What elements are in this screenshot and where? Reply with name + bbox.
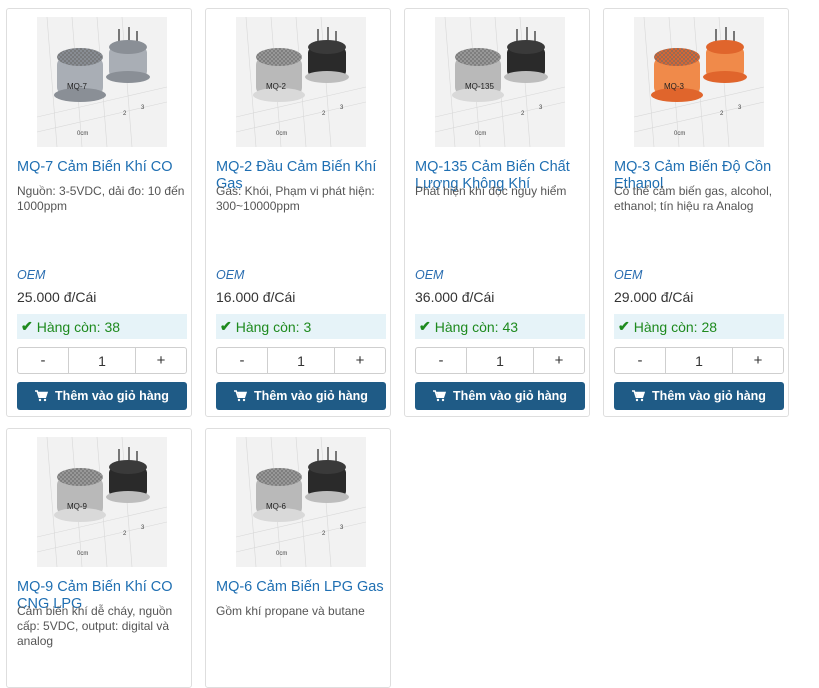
quantity-stepper: - 1 + — [415, 347, 585, 374]
add-to-cart-label: Thêm vào giỏ hàng — [254, 389, 368, 403]
stock-badge: ✔ Hàng còn: 28 — [614, 314, 784, 339]
product-description: Gồm khí propane và butane — [216, 604, 365, 618]
qty-input[interactable]: 1 — [68, 348, 136, 373]
svg-text:0cm: 0cm — [77, 131, 88, 137]
product-brand[interactable]: OEM — [216, 268, 244, 282]
stock-text: Hàng còn: 28 — [633, 318, 718, 335]
quantity-stepper: - 1 + — [614, 347, 784, 374]
product-card: 0cm 2 3 MQ-2 MQ-2 Đầu Cảm Biến Khí Gas G… — [205, 8, 391, 417]
check-icon: ✔ — [220, 318, 232, 334]
qty-input[interactable]: 1 — [466, 348, 534, 373]
cart-icon — [632, 390, 646, 402]
product-price: 25.000 đ/Cái — [17, 289, 97, 305]
qty-input[interactable]: 1 — [267, 348, 335, 373]
svg-text:MQ-135: MQ-135 — [465, 82, 494, 91]
add-to-cart-button[interactable]: Thêm vào giỏ hàng — [17, 382, 187, 410]
svg-text:0cm: 0cm — [276, 131, 287, 137]
add-to-cart-label: Thêm vào giỏ hàng — [55, 389, 169, 403]
svg-text:0cm: 0cm — [475, 131, 486, 137]
cart-icon — [433, 390, 447, 402]
stock-text: Hàng còn: 38 — [36, 318, 121, 335]
qty-plus-button[interactable]: + — [136, 348, 186, 373]
product-title-link[interactable]: MQ-7 Cảm Biến Khí CO — [17, 159, 185, 176]
product-description: Phát hiện khí độc nguy hiểm — [415, 184, 567, 198]
qty-plus-button[interactable]: + — [534, 348, 584, 373]
product-price: 36.000 đ/Cái — [415, 289, 495, 305]
add-to-cart-button[interactable]: Thêm vào giỏ hàng — [415, 382, 585, 410]
svg-text:0cm: 0cm — [276, 551, 287, 557]
qty-plus-button[interactable]: + — [335, 348, 385, 373]
qty-minus-button[interactable]: - — [217, 348, 267, 373]
check-icon: ✔ — [618, 318, 630, 334]
add-to-cart-label: Thêm vào giỏ hàng — [453, 389, 567, 403]
product-image[interactable]: 0cm 2 3 MQ-2 — [236, 17, 366, 147]
qty-plus-button[interactable]: + — [733, 348, 783, 373]
product-card: 0cm 2 3 MQ-7 MQ-7 Cảm Biến Khí CO Nguồn:… — [6, 8, 192, 417]
product-image[interactable]: 0cm 2 3 MQ-135 — [435, 17, 565, 147]
product-image[interactable]: 0cm 2 3 MQ-3 — [634, 17, 764, 147]
svg-text:MQ-9: MQ-9 — [67, 502, 88, 511]
stock-badge: ✔ Hàng còn: 43 — [415, 314, 585, 339]
product-brand[interactable]: OEM — [17, 268, 45, 282]
svg-text:MQ-6: MQ-6 — [266, 502, 287, 511]
product-card: 0cm 2 3 MQ-135 MQ-135 Cảm Biến Chất Lượn… — [404, 8, 590, 417]
product-description: Có thể cảm biến gas, alcohol, ethanol; t… — [614, 184, 773, 213]
qty-minus-button[interactable]: - — [18, 348, 68, 373]
cart-icon — [234, 390, 248, 402]
product-brand[interactable]: OEM — [415, 268, 443, 282]
add-to-cart-label: Thêm vào giỏ hàng — [652, 389, 766, 403]
product-card: 0cm 2 3 MQ-6 MQ-6 Cảm Biến LPG Gas Gồm k… — [205, 428, 391, 688]
qty-input[interactable]: 1 — [665, 348, 733, 373]
add-to-cart-button[interactable]: Thêm vào giỏ hàng — [216, 382, 386, 410]
stock-text: Hàng còn: 3 — [235, 318, 312, 335]
product-price: 29.000 đ/Cái — [614, 289, 694, 305]
product-title-link[interactable]: MQ-6 Cảm Biến LPG Gas — [216, 579, 384, 596]
product-image[interactable]: 0cm 2 3 MQ-7 — [37, 17, 167, 147]
product-card: 0cm 2 3 MQ-3 MQ-3 Cảm Biến Độ Cồn Ethano… — [603, 8, 789, 417]
qty-minus-button[interactable]: - — [416, 348, 466, 373]
stock-badge: ✔ Hàng còn: 3 — [216, 314, 386, 339]
product-description: Cảm biến khí dễ cháy, nguồn cấp: 5VDC, o… — [17, 604, 173, 648]
svg-text:MQ-7: MQ-7 — [67, 82, 88, 91]
cart-icon — [35, 390, 49, 402]
product-description: Nguồn: 3-5VDC, dải đo: 10 đến 1000ppm — [17, 184, 185, 213]
stock-badge: ✔ Hàng còn: 38 — [17, 314, 187, 339]
product-image[interactable]: 0cm 2 3 MQ-9 — [37, 437, 167, 567]
product-image[interactable]: 0cm 2 3 MQ-6 — [236, 437, 366, 567]
product-description: Gas: Khói, Phạm vi phát hiện: 300~10000p… — [216, 184, 375, 213]
svg-text:MQ-2: MQ-2 — [266, 82, 287, 91]
svg-text:0cm: 0cm — [674, 131, 685, 137]
product-price: 16.000 đ/Cái — [216, 289, 296, 305]
quantity-stepper: - 1 + — [216, 347, 386, 374]
svg-text:MQ-3: MQ-3 — [664, 82, 685, 91]
product-card: 0cm 2 3 MQ-9 MQ-9 Cảm Biến Khí CO CNG LP… — [6, 428, 192, 688]
check-icon: ✔ — [419, 318, 431, 334]
check-icon: ✔ — [21, 318, 33, 334]
stock-text: Hàng còn: 43 — [434, 318, 519, 335]
svg-text:0cm: 0cm — [77, 551, 88, 557]
qty-minus-button[interactable]: - — [615, 348, 665, 373]
quantity-stepper: - 1 + — [17, 347, 187, 374]
add-to-cart-button[interactable]: Thêm vào giỏ hàng — [614, 382, 784, 410]
product-brand[interactable]: OEM — [614, 268, 642, 282]
